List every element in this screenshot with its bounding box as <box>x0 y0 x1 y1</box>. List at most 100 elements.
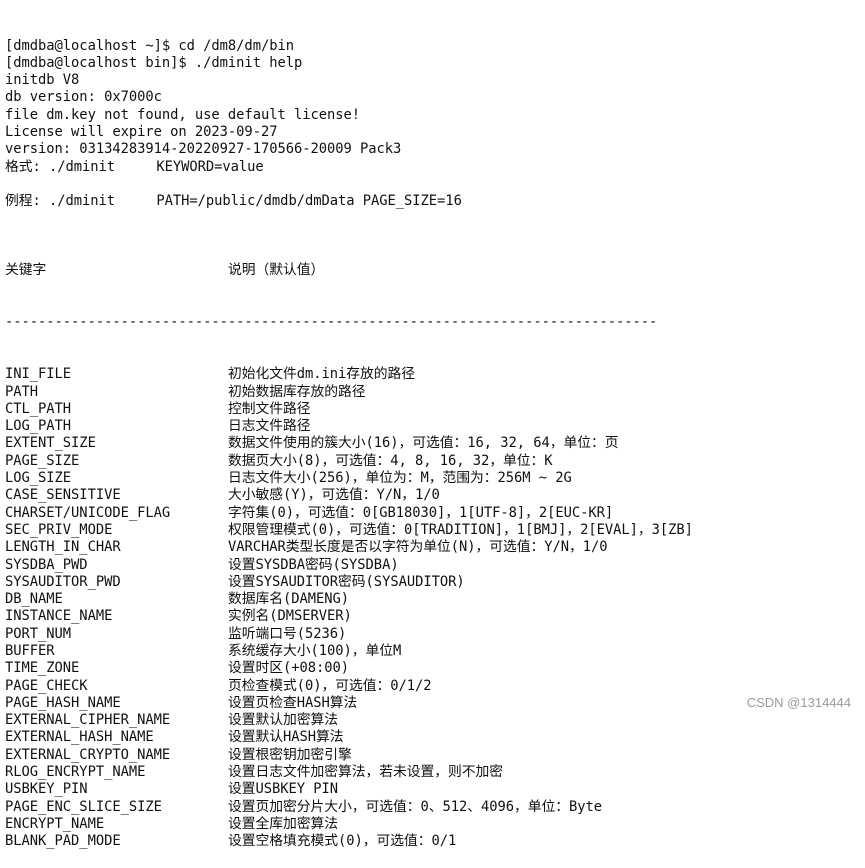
keyword-cell: TIME_ZONE <box>5 660 80 677</box>
description-cell: 日志文件路径 <box>228 418 311 435</box>
keyword-cell: CASE_SENSITIVE <box>5 487 121 504</box>
keyword-cell: LOG_PATH <box>5 418 72 435</box>
keyword-cell: INSTANCE_NAME <box>5 608 113 625</box>
table-row: EXTENT_SIZE 数据文件使用的簇大小(16)，可选值：16, 32, 64… <box>5 435 693 452</box>
keyword-cell: PAGE_CHECK <box>5 677 88 694</box>
table-row: USBKEY_PIN 设置USBKEY PIN <box>5 781 693 798</box>
terminal-line: db version: 0x7000c <box>5 89 162 106</box>
table-header: 关键字 说明（默认值） <box>5 262 693 279</box>
description-cell: 数据文件使用的簇大小(16)，可选值：16, 32, 64，单位：页 <box>228 435 619 452</box>
terminal-line: initdb V8 <box>5 72 80 89</box>
terminal-line: file dm.key not found, use default licen… <box>5 106 361 123</box>
terminal-line: [dmdba@localhost ~]$ cd /dm8/dm/bin <box>5 37 294 54</box>
description-cell: 数据页大小(8)，可选值：4, 8, 16, 32，单位：K <box>228 452 553 469</box>
description-cell: 设置USBKEY PIN <box>228 781 339 798</box>
keyword-cell: CHARSET/UNICODE_FLAG <box>5 504 171 521</box>
terminal-output: [dmdba@localhost ~]$ cd /dm8/dm/bin [dmdb… <box>5 3 693 868</box>
keyword-cell: EXTENT_SIZE <box>5 435 96 452</box>
description-cell: 初始化文件dm.ini存放的路径 <box>228 366 416 383</box>
table-row: PATH 初始数据库存放的路径 <box>5 384 693 401</box>
table-row: EXTERNAL_CIPHER_NAME 设置默认加密算法 <box>5 712 693 729</box>
description-cell: 设置日志文件加密算法，若未设置，则不加密 <box>228 764 503 781</box>
description-cell: VARCHAR类型长度是否以字符为单位(N)，可选值：Y/N，1/0 <box>228 539 608 556</box>
description-cell: 控制文件路径 <box>228 400 311 417</box>
keyword-cell: PAGE_ENC_SLICE_SIZE <box>5 798 162 815</box>
description-cell: 设置SYSAUDITOR密码(SYSAUDITOR) <box>228 573 465 590</box>
keyword-cell: CTL_PATH <box>5 400 72 417</box>
description-cell: 实例名(DMSERVER) <box>228 608 352 625</box>
table-row: CTL_PATH 控制文件路径 <box>5 401 693 418</box>
keyword-cell: BLANK_PAD_MODE <box>5 833 121 850</box>
keyword-cell: SYSDBA_PWD <box>5 556 88 573</box>
keyword-cell: ENCRYPT_NAME <box>5 815 105 832</box>
terminal-line: version: 03134283914-20220927-170566-200… <box>5 141 402 158</box>
table-row: ENCRYPT_NAME 设置全库加密算法 <box>5 816 693 833</box>
table-row: PAGE_CHECK 页检查模式(0)，可选值：0/1/2 <box>5 678 693 695</box>
column-header-keyword: 关键字 <box>5 262 47 279</box>
description-cell: 日志文件大小(256)，单位为：M，范围为：256M ~ 2G <box>228 470 572 487</box>
table-row: PAGE_ENC_SLICE_SIZE 设置页加密分片大小，可选值：0、512、4… <box>5 799 693 816</box>
description-cell: 设置页检查HASH算法 <box>228 694 358 711</box>
keyword-table: INI_FILE 初始化文件dm.ini存放的路径 PATH 初始数据库存放的路径 CT… <box>5 366 693 850</box>
description-cell: 设置根密钥加密引擎 <box>228 746 352 763</box>
keyword-cell: BUFFER <box>5 642 55 659</box>
keyword-cell: PAGE_HASH_NAME <box>5 694 121 711</box>
keyword-cell: INI_FILE <box>5 366 72 383</box>
keyword-cell: EXTERNAL_CRYPTO_NAME <box>5 746 171 763</box>
keyword-cell: SYSAUDITOR_PWD <box>5 573 121 590</box>
description-cell: 设置时区(+08:00) <box>228 660 350 677</box>
description-cell: 监听端口号(5236) <box>228 625 347 642</box>
description-cell: 设置SYSDBA密码(SYSDBA) <box>228 556 399 573</box>
table-row: INI_FILE 初始化文件dm.ini存放的路径 <box>5 366 693 383</box>
terminal-line: License will expire on 2023-09-27 <box>5 124 278 141</box>
keyword-cell: DB_NAME <box>5 591 63 608</box>
table-row: INSTANCE_NAME 实例名(DMSERVER) <box>5 608 693 625</box>
terminal-line: 格式: ./dminit KEYWORD=value <box>5 158 264 175</box>
description-cell: 大小敏感(Y)，可选值：Y/N，1/0 <box>228 487 440 504</box>
table-row: PAGE_SIZE 数据页大小(8)，可选值：4, 8, 16, 32，单位：K <box>5 453 693 470</box>
table-row: LENGTH_IN_CHAR VARCHAR类型长度是否以字符为单位(N)，可选值… <box>5 539 693 556</box>
table-row: RLOG_ENCRYPT_NAME 设置日志文件加密算法，若未设置，则不加密 <box>5 764 693 781</box>
description-cell: 初始数据库存放的路径 <box>228 383 366 400</box>
description-cell: 设置页加密分片大小，可选值：0、512、4096，单位：Byte <box>228 798 603 815</box>
description-cell: 页检查模式(0)，可选值：0/1/2 <box>228 677 432 694</box>
keyword-cell: EXTERNAL_CIPHER_NAME <box>5 712 171 729</box>
keyword-cell: SEC_PRIV_MODE <box>5 521 113 538</box>
table-row: LOG_PATH 日志文件路径 <box>5 418 693 435</box>
description-cell: 设置默认HASH算法 <box>228 729 344 746</box>
table-row: DB_NAME 数据库名(DAMENG) <box>5 591 693 608</box>
table-row: CASE_SENSITIVE 大小敏感(Y)，可选值：Y/N，1/0 <box>5 487 693 504</box>
description-cell: 字符集(0)，可选值：0[GB18030]，1[UTF-8]，2[EUC-KR] <box>228 504 614 521</box>
description-cell: 设置全库加密算法 <box>228 815 338 832</box>
table-row: PORT_NUM 监听端口号(5236) <box>5 626 693 643</box>
watermark: CSDN @1314444 <box>746 695 851 710</box>
terminal-header-lines: [dmdba@localhost ~]$ cd /dm8/dm/bin [dmdb… <box>5 38 693 228</box>
keyword-cell: PATH <box>5 383 39 400</box>
description-cell: 系统缓存大小(100)，单位M <box>228 642 402 659</box>
description-cell: 权限管理模式(0)，可选值：0[TRADITION]，1[BMJ]，2[EVAL… <box>228 521 693 538</box>
keyword-cell: PAGE_SIZE <box>5 452 80 469</box>
terminal-line: [dmdba@localhost bin]$ ./dminit help <box>5 54 303 71</box>
table-row: PAGE_HASH_NAME 设置页检查HASH算法 <box>5 695 693 712</box>
table-row: EXTERNAL_CRYPTO_NAME 设置根密钥加密引擎 <box>5 747 693 764</box>
column-header-description: 说明（默认值） <box>228 262 325 279</box>
terminal-line: 例程: ./dminit PATH=/public/dmdb/dmData PA… <box>5 193 462 210</box>
table-row: SEC_PRIV_MODE 权限管理模式(0)，可选值：0[TRADITION]，… <box>5 522 693 539</box>
keyword-cell: LENGTH_IN_CHAR <box>5 539 121 556</box>
table-row: BUFFER 系统缓存大小(100)，单位M <box>5 643 693 660</box>
table-row: CHARSET/UNICODE_FLAG 字符集(0)，可选值：0[GB18030… <box>5 505 693 522</box>
keyword-cell: LOG_SIZE <box>5 470 72 487</box>
table-row: LOG_SIZE 日志文件大小(256)，单位为：M，范围为：256M ~ 2G <box>5 470 693 487</box>
table-row: SYSDBA_PWD 设置SYSDBA密码(SYSDBA) <box>5 557 693 574</box>
keyword-cell: USBKEY_PIN <box>5 781 88 798</box>
description-cell: 数据库名(DAMENG) <box>228 591 350 608</box>
table-row: SYSAUDITOR_PWD 设置SYSAUDITOR密码(SYSAUDITOR) <box>5 574 693 591</box>
table-row: BLANK_PAD_MODE 设置空格填充模式(0)，可选值：0/1 <box>5 833 693 850</box>
keyword-cell: EXTERNAL_HASH_NAME <box>5 729 154 746</box>
table-row: TIME_ZONE 设置时区(+08:00) <box>5 660 693 677</box>
keyword-cell: PORT_NUM <box>5 625 72 642</box>
description-cell: 设置空格填充模式(0)，可选值：0/1 <box>228 833 457 850</box>
description-cell: 设置默认加密算法 <box>228 712 338 729</box>
